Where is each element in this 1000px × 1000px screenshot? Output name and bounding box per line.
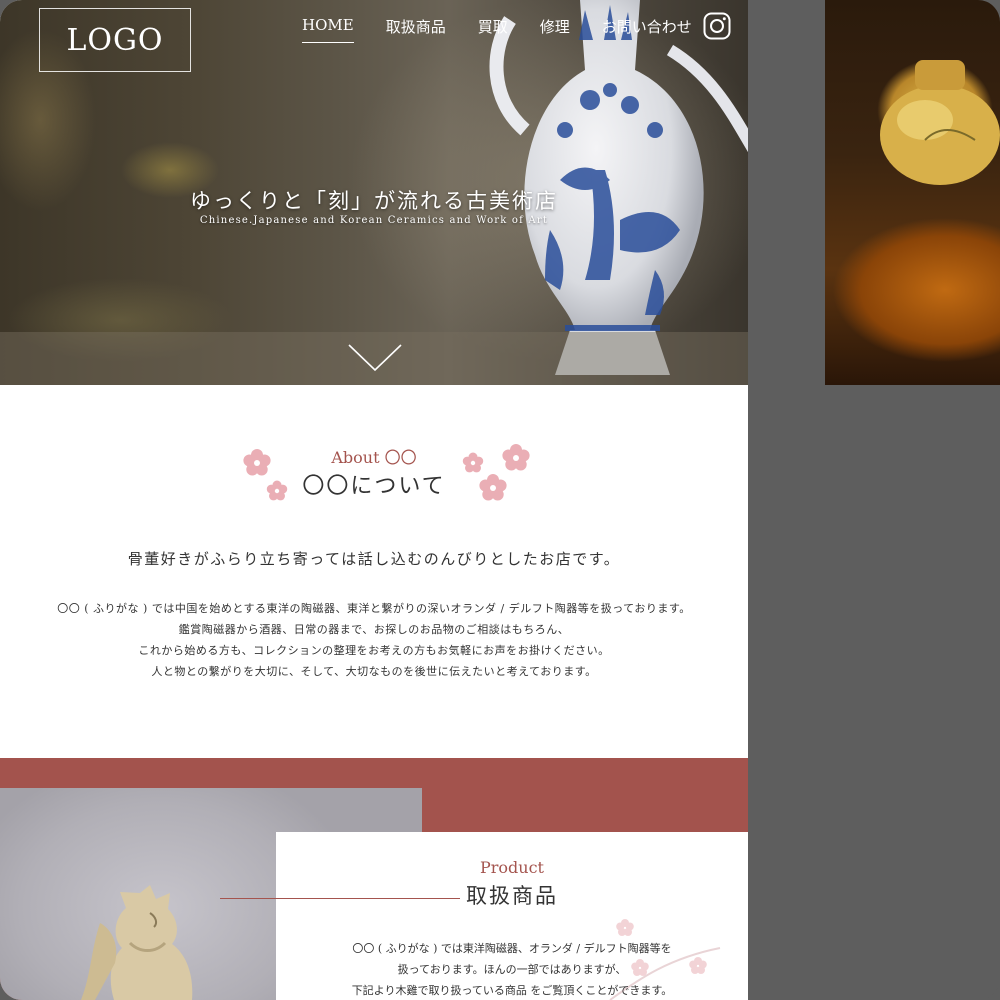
instagram-icon[interactable]	[703, 12, 731, 40]
nav-item-repair[interactable]: 修理	[540, 16, 570, 43]
about-body-line: これから始める方も、コレクションの整理をお考えの方もお気軽にお声をお掛けください…	[138, 644, 610, 657]
product-body-line: 下記より木雞で取り扱っている商品 をご覧頂くことができます。	[351, 984, 673, 997]
ceramic-jar-image	[880, 60, 1000, 185]
chevron-down-icon[interactable]	[346, 342, 404, 374]
about-body: 〇〇 ( ふりがな ) では中国を始めとする東洋の陶磁器、東洋と繋がりの深いオラ…	[0, 598, 748, 682]
about-lead: 骨董好きがふらり立ち寄っては話し込むのんびりとしたお店です。	[127, 550, 621, 568]
about-body-line: 鑑賞陶磁器から酒器、日常の器まで、お探しのお品物のご相談はもちろん、	[178, 623, 570, 636]
nav-item-home[interactable]: HOME	[302, 16, 354, 43]
site-logo[interactable]: LOGO	[39, 8, 191, 72]
web-page: LOGO HOME 取扱商品 買取 修理 お問い合わせ ゆっくりと「刻」が流れる…	[0, 0, 748, 1000]
about-heading-en: About 〇〇	[331, 448, 417, 467]
about-body-line: 〇〇 ( ふりがな ) では中国を始めとする東洋の陶磁器、東洋と繋がりの深いオラ…	[57, 602, 691, 615]
hero-subtitle: Chinese.Japanese and Korean Ceramics and…	[199, 215, 549, 226]
screen: LOGO HOME 取扱商品 買取 修理 お問い合わせ ゆっくりと「刻」が流れる…	[0, 0, 1000, 1000]
side-preview-image	[825, 0, 1000, 385]
main-nav: HOME 取扱商品 買取 修理 お問い合わせ	[302, 16, 724, 43]
product-heading-en: Product	[480, 858, 544, 877]
hero-title: ゆっくりと「刻」が流れる古美術店	[190, 189, 558, 213]
figurine-image	[81, 885, 193, 1000]
about-body-line: 人と物との繋がりを大切に、そして、大切なものを後世に伝えたいと考えております。	[151, 665, 597, 678]
hero-section: LOGO HOME 取扱商品 買取 修理 お問い合わせ ゆっくりと「刻」が流れる…	[0, 0, 748, 385]
product-heading: 取扱商品	[466, 884, 558, 908]
product-body-line: 〇〇 ( ふりがな ) では東洋陶磁器、オランダ / デルフト陶器等を	[352, 942, 672, 955]
nav-item-contact[interactable]: お問い合わせ	[602, 16, 692, 43]
product-body-line: 扱っております。ほんの一部ではありますが、	[397, 963, 627, 976]
about-heading: 〇〇について	[302, 474, 446, 499]
product-body: 〇〇 ( ふりがな ) では東洋陶磁器、オランダ / デルフト陶器等を 扱ってお…	[276, 938, 748, 1000]
nav-item-products[interactable]: 取扱商品	[386, 16, 446, 43]
nav-item-purchase[interactable]: 買取	[478, 16, 508, 43]
